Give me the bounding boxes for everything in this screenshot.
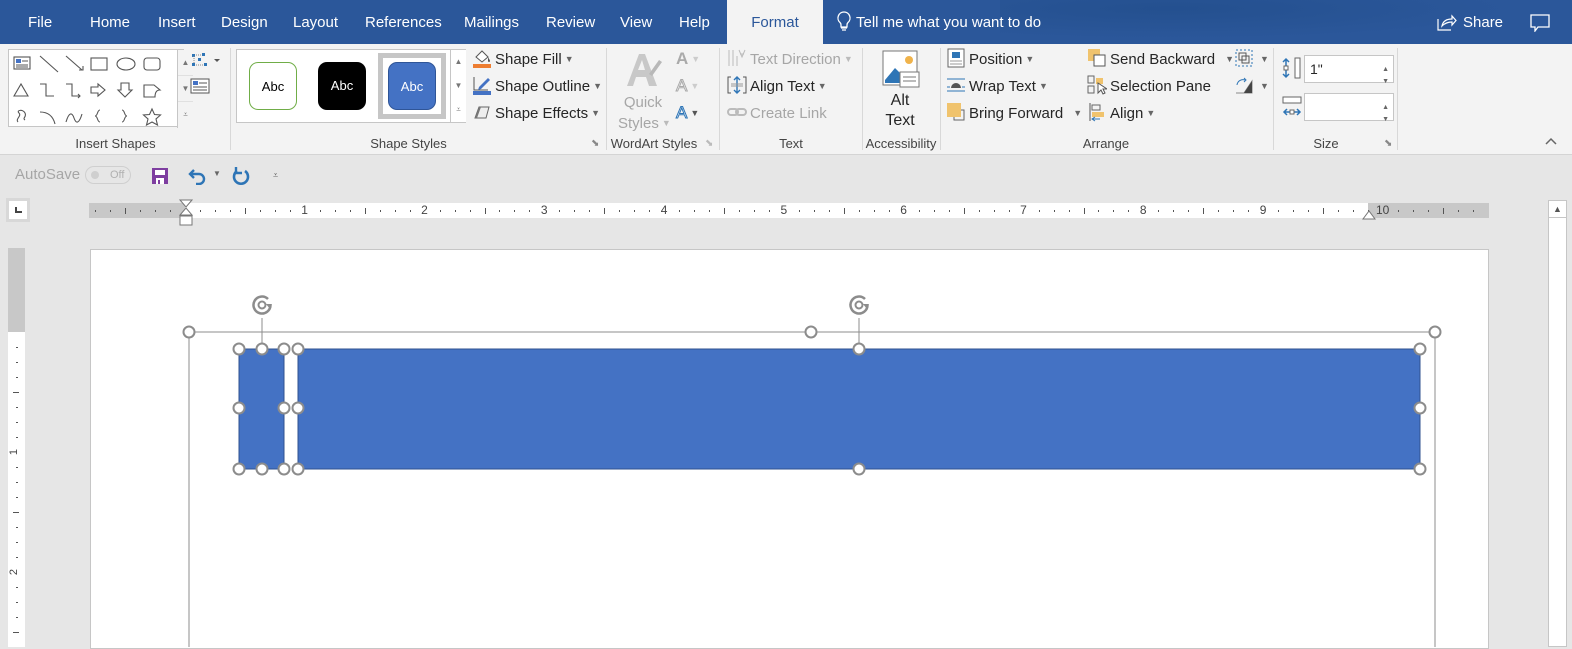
large-rectangle-shape[interactable] [297, 348, 1421, 470]
resize-handle[interactable] [277, 401, 291, 415]
resize-handle[interactable] [804, 325, 818, 339]
resize-handle[interactable] [255, 462, 269, 476]
resize-handle[interactable] [277, 342, 291, 356]
rotate-handle-icon[interactable] [849, 295, 870, 315]
resize-handle[interactable] [277, 462, 291, 476]
resize-handle[interactable] [852, 342, 866, 356]
small-rectangle-shape[interactable] [238, 348, 285, 470]
resize-handle[interactable] [1428, 325, 1442, 339]
scroll-up-button[interactable]: ▲ [1549, 201, 1566, 218]
canvas-overlay [182, 295, 1442, 647]
resize-handle[interactable] [1413, 342, 1427, 356]
resize-handle[interactable] [291, 462, 305, 476]
resize-handle[interactable] [291, 401, 305, 415]
resize-handle[interactable] [232, 342, 246, 356]
resize-handle[interactable] [182, 325, 196, 339]
resize-handle[interactable] [232, 401, 246, 415]
resize-handle[interactable] [1413, 401, 1427, 415]
resize-handle[interactable] [232, 462, 246, 476]
resize-handle[interactable] [291, 342, 305, 356]
vertical-scrollbar[interactable]: ▲ [1548, 200, 1567, 647]
resize-handle[interactable] [852, 462, 866, 476]
resize-handle[interactable] [255, 342, 269, 356]
resize-handle[interactable] [1413, 462, 1427, 476]
rotate-handle-icon[interactable] [252, 295, 272, 315]
